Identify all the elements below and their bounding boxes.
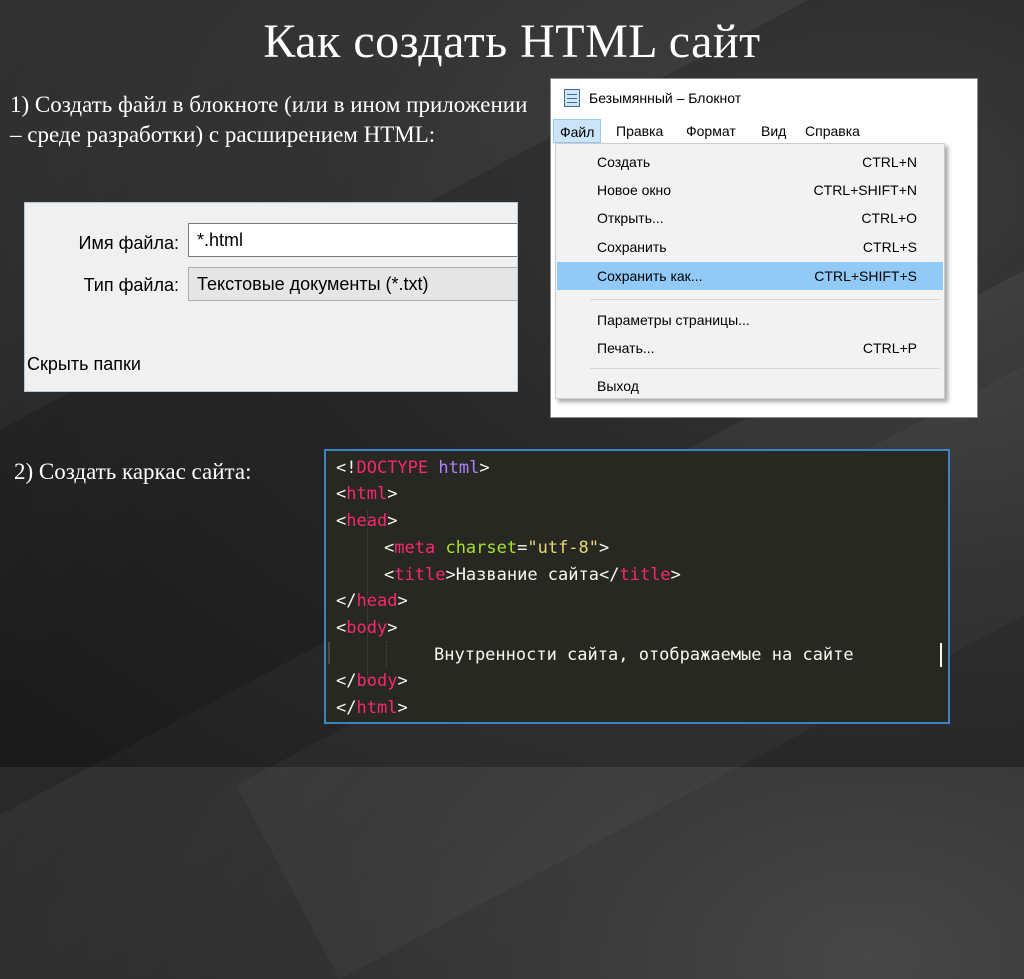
menu-item-label: Выход <box>597 378 639 394</box>
code-line: <meta charset="utf-8"> <box>384 538 610 558</box>
menu-item-open[interactable]: Открыть... CTRL+O <box>557 204 943 232</box>
step2-text: 2) Создать каркас сайта: <box>14 459 252 484</box>
notepad-menubar: Файл Правка Формат Вид Справка <box>551 119 977 143</box>
code-line: <head> <box>336 511 398 531</box>
code-line: </body> <box>336 671 408 691</box>
menu-format[interactable]: Формат <box>680 119 742 143</box>
menu-edit[interactable]: Правка <box>610 119 669 143</box>
menu-item-label: Печать... <box>597 340 655 356</box>
menu-file[interactable]: Файл <box>553 119 602 143</box>
code-line: <html> <box>336 484 398 504</box>
menu-item-shortcut: CTRL+SHIFT+N <box>813 182 917 198</box>
menu-item-shortcut: CTRL+O <box>861 210 917 226</box>
step1-text: 1) Создать файл в блокноте (или в ином п… <box>10 92 528 147</box>
slide-title: Как создать HTML сайт <box>263 15 761 68</box>
menu-item-shortcut: CTRL+S <box>862 239 917 255</box>
code-line: </head> <box>336 591 408 611</box>
menu-view[interactable]: Вид <box>755 119 792 143</box>
menu-help[interactable]: Справка <box>799 119 866 143</box>
menu-item-shortcut: CTRL+P <box>862 340 917 356</box>
gutter-marker <box>328 642 330 664</box>
code-line: Внутренности сайта, отображаемые на сайт… <box>434 645 854 665</box>
menu-item-new-window[interactable]: Новое окно CTRL+SHIFT+N <box>557 176 943 204</box>
menu-item-print[interactable]: Печать... CTRL+P <box>557 334 943 362</box>
save-as-dialog: Имя файла: Тип файла: Текстовые документ… <box>24 202 518 392</box>
filetype-label: Тип файла: <box>83 275 179 295</box>
menu-item-shortcut: CTRL+SHIFT+S <box>814 268 917 284</box>
notepad-titlebar: Безымянный – Блокнот <box>551 79 977 117</box>
menu-item-label: Параметры страницы... <box>597 312 750 328</box>
text-caret <box>940 643 942 667</box>
menu-item-save-as[interactable]: Сохранить как... CTRL+SHIFT+S <box>557 262 943 290</box>
notepad-icon <box>564 89 580 107</box>
menu-item-label: Новое окно <box>597 182 672 198</box>
filename-input[interactable] <box>188 223 517 257</box>
code-line: </html> <box>336 698 408 718</box>
hide-folders-button[interactable]: Скрыть папки <box>27 354 141 375</box>
menu-separator <box>590 299 940 300</box>
menu-item-page-setup[interactable]: Параметры страницы... <box>557 306 943 334</box>
menu-item-label: Сохранить <box>597 239 667 255</box>
menu-item-label: Создать <box>597 154 651 170</box>
indent-guide <box>386 641 387 667</box>
filename-label: Имя файла: <box>78 233 179 253</box>
code-line: <body> <box>336 618 398 638</box>
code-editor[interactable]: <!DOCTYPE html> <html> <head> <meta char… <box>324 449 950 724</box>
code-line: <!DOCTYPE html> <box>336 458 490 478</box>
menu-item-save[interactable]: Сохранить CTRL+S <box>557 233 943 261</box>
notepad-title: Безымянный – Блокнот <box>589 90 742 106</box>
menu-item-label: Сохранить как... <box>597 268 703 284</box>
menu-separator <box>590 368 940 369</box>
menu-item-shortcut: CTRL+N <box>862 154 917 170</box>
menu-item-label: Открыть... <box>597 210 664 226</box>
file-menu-dropdown: Создать CTRL+N Новое окно CTRL+SHIFT+N О… <box>555 143 945 399</box>
filetype-select[interactable]: Текстовые документы (*.txt) <box>188 267 517 301</box>
menu-item-exit[interactable]: Выход <box>557 372 943 400</box>
code-line: <title>Название сайта</title> <box>384 565 681 585</box>
menu-item-new[interactable]: Создать CTRL+N <box>557 148 943 176</box>
notepad-window: Безымянный – Блокнот Файл Правка Формат … <box>550 78 978 418</box>
